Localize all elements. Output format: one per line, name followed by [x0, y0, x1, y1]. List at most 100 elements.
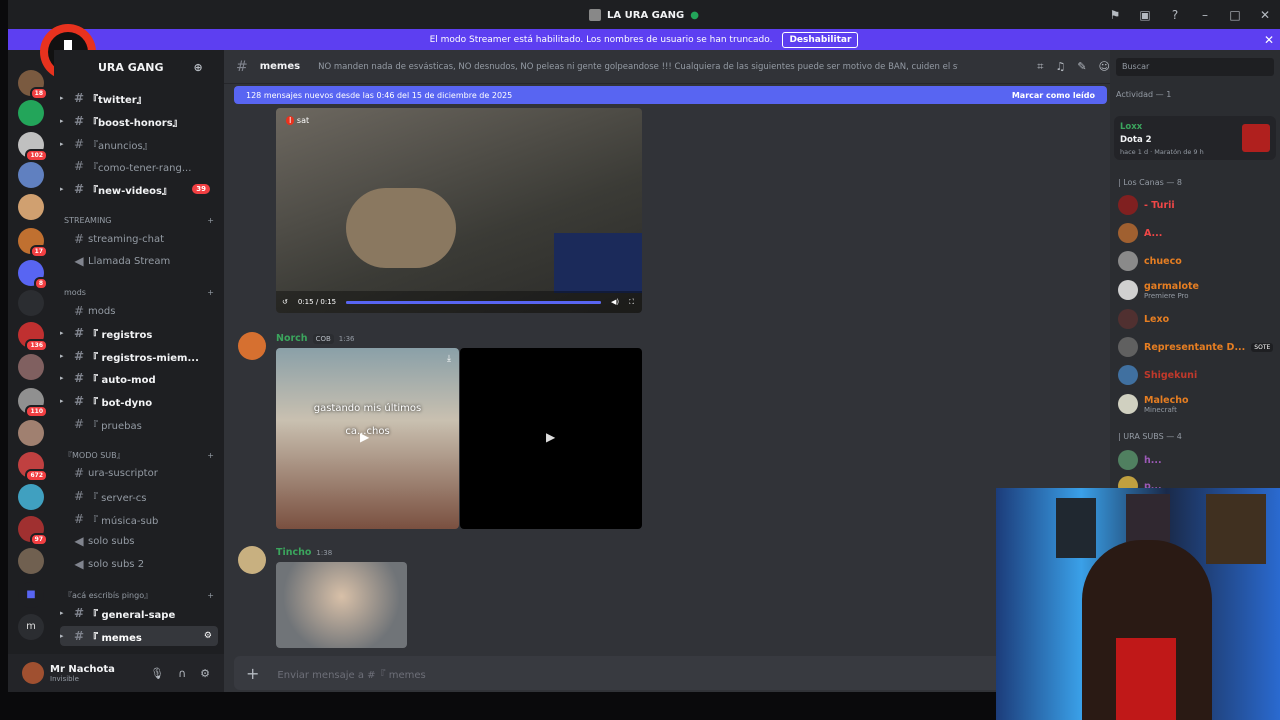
video-player[interactable]: ▶ [460, 348, 642, 529]
hash-icon: # [73, 159, 85, 173]
channel-topic[interactable]: NO manden nada de esvásticas, NO desnudo… [318, 62, 958, 72]
new-messages-bar[interactable]: 128 mensajes nuevos desde las 0:46 del 1… [234, 86, 1107, 104]
guild-icon[interactable]: 17 [18, 228, 48, 258]
channel-new-videos[interactable]: ▸ # 『new-videos』 39 [60, 179, 218, 199]
channel-llamada-stream[interactable]: ◀ Llamada Stream [60, 251, 218, 271]
channel-mods[interactable]: # mods [60, 301, 218, 321]
member-item[interactable]: h... [1118, 449, 1162, 471]
members-icon[interactable]: ☺ [1099, 60, 1110, 74]
settings-icon[interactable]: ⚙ [204, 631, 212, 641]
minimize-button[interactable]: – [1190, 8, 1220, 22]
progress-track[interactable] [346, 300, 601, 304]
category-streaming[interactable]: STREAMING + [64, 213, 214, 227]
close-button[interactable]: ✕ [1250, 8, 1280, 22]
play-icon[interactable]: ▶ [546, 430, 555, 444]
guild-icon[interactable]: 8 [18, 260, 48, 290]
channel-registros[interactable]: ▸ # 『 registros [60, 323, 218, 343]
avatar[interactable] [22, 662, 44, 684]
plus-icon[interactable]: + [207, 288, 214, 297]
channel-musica-sub[interactable]: # 『 música-sub [60, 509, 218, 529]
volume-icon[interactable]: ◀) [611, 298, 619, 306]
headphones-icon[interactable]: ∩ [178, 667, 186, 680]
username[interactable]: Norch [276, 333, 308, 344]
plus-icon[interactable]: + [207, 451, 214, 460]
mic-icon[interactable]: 🎙 [150, 667, 164, 680]
fullscreen-icon[interactable]: ⛶ [629, 298, 634, 307]
channel-general-sape[interactable]: ▸ # 『 general-sape [60, 603, 218, 623]
pin-icon[interactable]: ✎ [1077, 60, 1086, 74]
video-webcam-inset [554, 233, 642, 293]
replay-icon[interactable]: ↺ [282, 298, 288, 306]
guild-icon[interactable]: 110 [18, 388, 48, 418]
guild-icon[interactable] [18, 100, 44, 126]
member-item[interactable]: - Turii [1118, 194, 1175, 216]
guild-icon[interactable] [18, 290, 44, 316]
mark-read-button[interactable]: Marcar como leído [1012, 91, 1095, 100]
channel-ura-suscriptor[interactable]: # ura-suscriptor [60, 463, 218, 483]
channel-streaming-chat[interactable]: # streaming-chat [60, 229, 218, 249]
avatar[interactable] [238, 546, 266, 574]
member-item[interactable]: A... [1118, 222, 1162, 244]
message-composer[interactable]: + Enviar mensaje a #『 memes [234, 656, 1107, 690]
channel-twitter[interactable]: ▸ # 『twitter』 [60, 88, 218, 108]
tiktok-video[interactable]: gastando mis últimos ca...chos ▶ ⤓ [276, 348, 459, 529]
hash-icon: # [73, 606, 85, 620]
guild-icon[interactable] [18, 194, 44, 220]
image-attachment[interactable] [276, 562, 407, 648]
guild-icon[interactable]: m [18, 614, 44, 640]
guild-icon[interactable] [18, 420, 44, 446]
user-info[interactable]: Mr Nachota Invisible [50, 664, 115, 683]
plus-icon[interactable]: + [207, 216, 214, 225]
folder-icon[interactable]: ■ [18, 582, 44, 608]
maximize-button[interactable]: □ [1220, 8, 1250, 22]
guild-icon[interactable] [18, 548, 44, 574]
add-member-icon[interactable]: ⊕ [194, 61, 203, 74]
guild-icon[interactable]: 97 [18, 516, 48, 546]
channel-boost-honors[interactable]: ▸ # 『boost-honors』 [60, 111, 218, 131]
member-item[interactable]: Representante D... SOTE [1118, 336, 1274, 358]
search-input[interactable]: Buscar [1116, 58, 1274, 76]
channel-auto-mod[interactable]: ▸ # 『 auto-mod [60, 368, 218, 388]
channel-anuncios[interactable]: ▸ # 『anuncios』 [60, 134, 218, 154]
username[interactable]: Tincho [276, 547, 311, 558]
channel-memes[interactable]: ▸ # 『 memes ⚙ [60, 626, 218, 646]
inbox-icon[interactable]: ⚑ [1100, 8, 1130, 22]
avatar[interactable] [238, 332, 266, 360]
threads-icon[interactable]: ⌗ [1037, 60, 1043, 74]
gear-icon[interactable]: ⚙ [200, 667, 210, 680]
channel-solo-subs-2[interactable]: ◀ solo subs 2 [60, 554, 218, 574]
category-modo-sub[interactable]: 『MODO SUB』 + [64, 448, 214, 462]
member-item[interactable]: Malecho Minecraft [1118, 393, 1189, 415]
screen-icon[interactable]: ▣ [1130, 8, 1160, 22]
member-item[interactable]: garmalote Premiere Pro [1118, 279, 1199, 301]
guild-icon[interactable]: 672 [18, 452, 48, 482]
close-icon[interactable]: ✕ [1264, 33, 1274, 47]
channel-solo-subs[interactable]: ◀ solo subs [60, 531, 218, 551]
category-mods[interactable]: mods + [64, 285, 214, 299]
member-item[interactable]: Shigekuni [1118, 364, 1197, 386]
plus-icon[interactable]: + [246, 664, 259, 683]
arrow-icon: ▸ [60, 329, 64, 337]
category-aca-escribis[interactable]: 『acá escribís pingo』 + [64, 588, 214, 602]
channel-bot-dyno[interactable]: ▸ # 『 bot-dyno [60, 391, 218, 411]
server-header[interactable]: URA GANG ⊕ [54, 50, 224, 84]
channel-registros-miembros[interactable]: ▸ # 『 registros-miem... [60, 346, 218, 366]
channel-server-cs[interactable]: # 『 server-cs [60, 486, 218, 506]
channel-pruebas[interactable]: # 『 pruebas [60, 414, 218, 434]
download-icon[interactable]: ⤓ [447, 354, 451, 364]
guild-icon[interactable] [18, 162, 44, 188]
guild-icon[interactable]: 136 [18, 322, 48, 352]
bell-icon[interactable]: ♫ [1055, 60, 1065, 74]
disable-streamer-button[interactable]: Deshabilitar [782, 31, 859, 48]
video-player[interactable]: I sat ↺ 0:15 / 0:15 ◀) ⛶ [276, 108, 642, 313]
plus-icon[interactable]: + [207, 591, 214, 600]
guild-icon[interactable] [18, 354, 44, 380]
guild-icon[interactable]: 102 [18, 132, 48, 162]
channel-como-tener-rango[interactable]: # 『como-tener-rang... [60, 156, 218, 176]
play-icon[interactable]: ▶ [360, 430, 369, 444]
activity-card[interactable]: Loxx Dota 2 hace 1 d · Maratón de 9 h [1114, 116, 1276, 160]
help-icon[interactable]: ? [1160, 8, 1190, 22]
member-item[interactable]: chueco [1118, 250, 1182, 272]
member-item[interactable]: Lexo [1118, 308, 1169, 330]
guild-icon[interactable] [18, 484, 44, 510]
